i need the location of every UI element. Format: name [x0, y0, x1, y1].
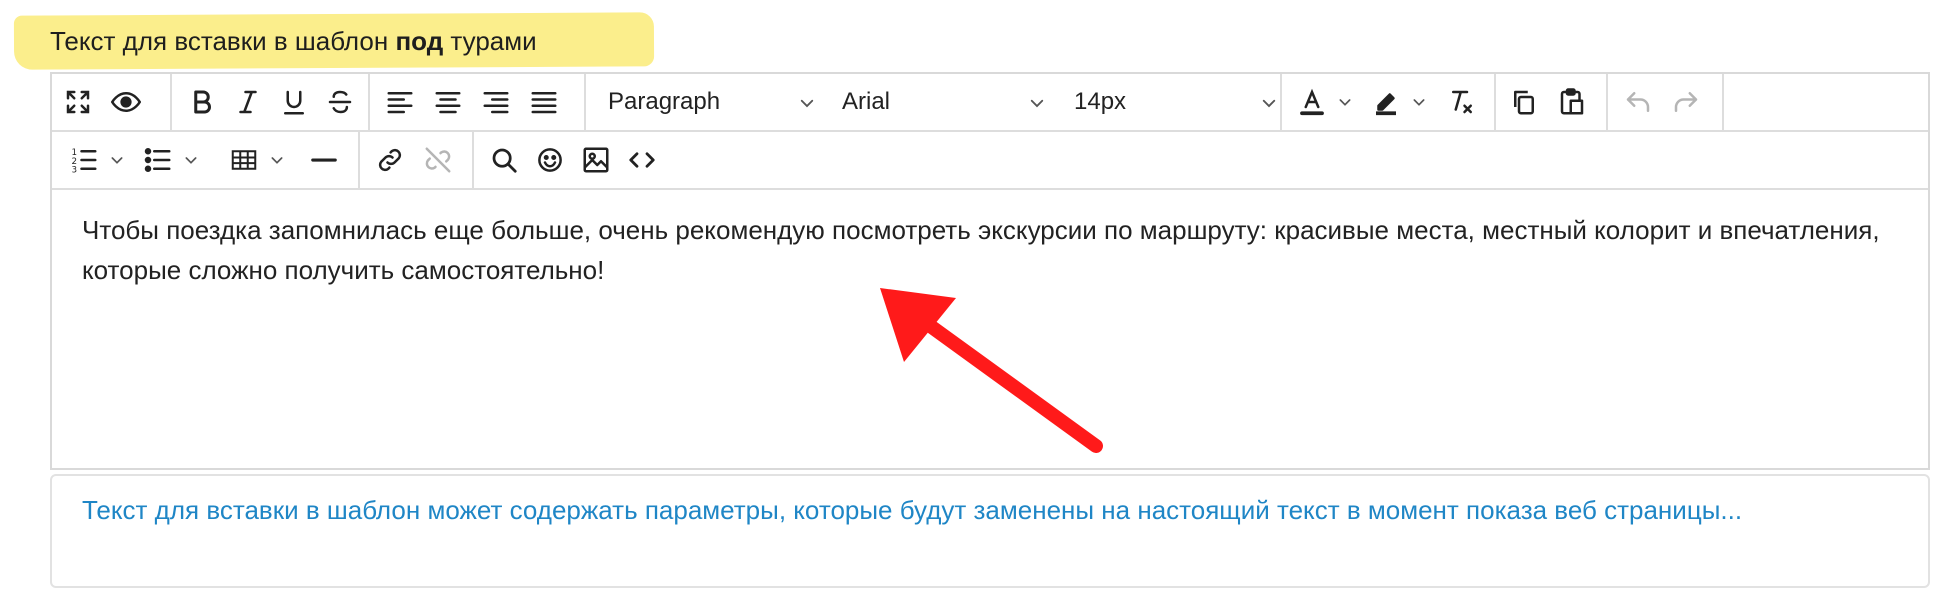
label-suffix: турами: [443, 26, 537, 56]
code-icon: [629, 152, 655, 168]
chevron-down-icon: [1413, 99, 1425, 106]
template-hint: Текст для вставки в шаблон может содержа…: [50, 474, 1930, 588]
hint-text: Текст для вставки в шаблон может содержа…: [82, 495, 1743, 525]
fullscreen-button[interactable]: [58, 82, 98, 122]
chevron-down-icon: [1030, 99, 1044, 108]
image-icon: [583, 147, 609, 173]
highlight-button[interactable]: [1366, 82, 1406, 122]
numbered-list-button[interactable]: 123: [64, 140, 104, 180]
code-button[interactable]: [622, 140, 662, 180]
chevron-down-icon: [271, 157, 283, 164]
table-button[interactable]: [224, 140, 264, 180]
format-selects-group: Paragraph Arial 14px: [586, 74, 1282, 130]
lists-group: 123: [52, 132, 360, 188]
text-color-icon: [1300, 88, 1324, 116]
align-justify-icon: [531, 92, 557, 114]
emoji-button[interactable]: [530, 140, 570, 180]
annotation-arrow: [880, 288, 1103, 453]
color-group: [1282, 74, 1496, 130]
align-right-button[interactable]: [476, 82, 516, 122]
table-icon: [231, 150, 257, 170]
field-label: Текст для вставки в шаблон под турами: [13, 12, 655, 70]
underline-icon: [284, 90, 304, 115]
undo-button[interactable]: [1618, 82, 1658, 122]
align-left-icon: [387, 92, 413, 114]
block-format-value: Paragraph: [608, 88, 721, 115]
unlink-icon: [425, 147, 451, 173]
label-bold: под: [395, 26, 444, 56]
fullscreen-icon: [66, 90, 90, 114]
link-group: [360, 132, 474, 188]
font-family-value: Arial: [842, 88, 891, 115]
italic-button[interactable]: [228, 82, 268, 122]
bulleted-list-icon: [144, 148, 171, 172]
clear-format-icon: [1452, 90, 1472, 114]
chevron-down-icon: [800, 99, 814, 108]
align-justify-button[interactable]: [524, 82, 564, 122]
align-right-icon: [483, 92, 509, 114]
align-center-icon: [435, 92, 461, 114]
emoji-icon: [538, 148, 562, 172]
clear-format-button[interactable]: [1442, 82, 1482, 122]
undo-icon: [1626, 92, 1650, 112]
link-icon: [378, 148, 402, 172]
chevron-down-icon: [185, 157, 197, 164]
preview-button[interactable]: [106, 82, 146, 122]
search-button[interactable]: [484, 140, 524, 180]
highlight-icon: [1376, 93, 1396, 116]
underline-button[interactable]: [274, 82, 314, 122]
table-caret[interactable]: [268, 140, 286, 180]
numbered-list-icon: 123: [72, 148, 97, 176]
bulleted-list-caret[interactable]: [182, 140, 200, 180]
bold-button[interactable]: [182, 82, 222, 122]
unlink-button[interactable]: [418, 140, 458, 180]
strikethrough-button[interactable]: [320, 82, 360, 122]
history-group: [1608, 74, 1724, 130]
redo-icon: [1674, 92, 1698, 112]
strikethrough-icon: [328, 90, 352, 114]
copy-button[interactable]: [1504, 82, 1544, 122]
clipboard-group: [1496, 74, 1608, 130]
image-button[interactable]: [576, 140, 616, 180]
numbered-list-caret[interactable]: [108, 140, 126, 180]
bold-icon: [194, 90, 211, 114]
block-format-select[interactable]: Paragraph: [608, 82, 816, 122]
copy-icon: [1514, 90, 1534, 115]
paste-icon: [1560, 88, 1584, 115]
bulleted-list-button[interactable]: [138, 140, 178, 180]
chevron-down-icon: [1262, 99, 1276, 108]
redo-button[interactable]: [1666, 82, 1706, 122]
align-center-button[interactable]: [428, 82, 468, 122]
chevron-down-icon: [111, 157, 123, 164]
view-group: [52, 74, 172, 130]
label-prefix: Текст для вставки в шаблон: [50, 26, 396, 56]
text-style-group: [172, 74, 370, 130]
align-left-button[interactable]: [380, 82, 420, 122]
svg-text:3: 3: [72, 166, 78, 176]
arrow-head: [880, 288, 956, 362]
highlight-caret[interactable]: [1410, 82, 1428, 122]
alignment-group: [370, 74, 586, 130]
font-size-select[interactable]: 14px: [1074, 82, 1278, 122]
text-color-caret[interactable]: [1336, 82, 1354, 122]
toolbar-row-2: 123: [52, 132, 1928, 190]
horizontal-line-icon: [311, 158, 337, 162]
link-button[interactable]: [370, 140, 410, 180]
field-label-text: Текст для вставки в шаблон под турами: [14, 14, 537, 68]
text-color-button[interactable]: [1292, 82, 1332, 122]
chevron-down-icon: [1339, 99, 1351, 106]
insert-group: [474, 132, 674, 188]
toolbar-row-1: Paragraph Arial 14px: [52, 74, 1928, 132]
horizontal-line-button[interactable]: [304, 140, 344, 180]
search-icon: [492, 148, 517, 173]
italic-icon: [239, 90, 257, 114]
paste-button[interactable]: [1552, 82, 1592, 122]
font-family-select[interactable]: Arial: [842, 82, 1046, 122]
font-size-value: 14px: [1074, 88, 1127, 115]
preview-eye-icon: [111, 91, 141, 113]
